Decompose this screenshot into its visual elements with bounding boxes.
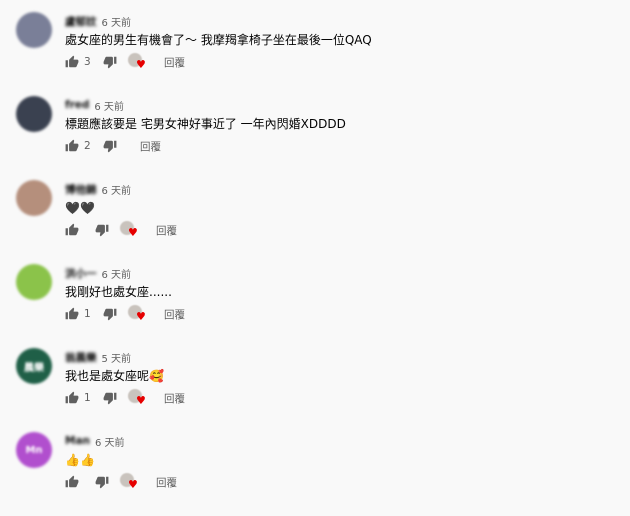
thumb-down-icon[interactable] [102,138,118,154]
comment-item: Mn Man 6 天前 👍👍 ♥ 回覆 [0,432,630,516]
avatar[interactable] [16,180,52,216]
creator-heart-badge: ♥ [120,221,142,239]
comment-actions: 2 回覆 [64,138,161,154]
like-count: 3 [84,56,91,68]
creator-heart-badge: ♥ [120,473,142,491]
thumb-up-icon[interactable] [64,306,80,322]
avatar[interactable] [16,12,52,48]
creator-heart-badge: ♥ [128,53,150,71]
author-name[interactable]: 翁晨樂 [65,350,97,365]
thumb-down-icon[interactable] [94,222,110,238]
like-count: 2 [84,140,91,152]
comment-time[interactable]: 6 天前 [102,182,132,197]
comment-time[interactable]: 6 天前 [94,98,124,113]
comment-header: Man 6 天前 [65,433,125,449]
comment-actions: 1 ♥ 回覆 [64,305,185,323]
thumb-down-icon[interactable] [102,54,118,70]
comment-header: fred 6 天前 [65,97,124,113]
comment-text: 我剛好也處女座...... [65,285,172,299]
author-name[interactable]: fred [65,99,89,111]
comment-text: 標題應該要是 宅男女神好事近了 一年內閃婚XDDDD [65,117,346,131]
creator-heart-badge: ♥ [128,389,150,407]
creator-heart-badge: ♥ [128,305,150,323]
comment-header: 博他錦 6 天前 [65,181,131,197]
avatar[interactable] [16,96,52,132]
comment-text: 🖤🖤 [65,201,95,215]
comments-section: 盧郁妏 6 天前 處女座的男生有機會了～ 我摩羯拿椅子坐在最後一位QAQ 3 ♥ 回覆 fr… [0,0,630,505]
reply-button[interactable]: 回覆 [164,307,185,322]
thumb-down-icon[interactable] [102,306,118,322]
avatar[interactable]: 晨樂 [16,348,52,384]
reply-button[interactable]: 回覆 [156,223,177,238]
comment-header: 翁晨樂 5 天前 [65,349,131,365]
author-name[interactable]: Man [65,435,90,447]
thumb-down-icon[interactable] [94,474,110,490]
comment-text: 👍👍 [65,453,95,467]
reply-button[interactable]: 回覆 [140,139,161,154]
comment-item: 博他錦 6 天前 🖤🖤 ♥ 回覆 [0,180,630,264]
thumb-down-icon[interactable] [102,390,118,406]
comment-text: 我也是處女座呢🥰 [65,369,164,383]
comment-item: 洪小一 6 天前我剛好也處女座...... 1 ♥ 回覆 [0,264,630,348]
comment-actions: 3 ♥ 回覆 [64,53,185,71]
comment-text: 處女座的男生有機會了～ 我摩羯拿椅子坐在最後一位QAQ [65,33,372,47]
comment-time[interactable]: 6 天前 [102,266,132,281]
like-count: 1 [84,308,91,320]
comment-time[interactable]: 6 天前 [95,434,125,449]
avatar-initials: Mn [25,444,43,456]
author-name[interactable]: 盧郁妏 [65,14,97,29]
comment-time[interactable]: 5 天前 [102,350,132,365]
thumb-up-icon[interactable] [64,54,80,70]
comment-actions: ♥ 回覆 [64,473,177,491]
thumb-up-icon[interactable] [64,474,80,490]
thumb-up-icon[interactable] [64,138,80,154]
heart-icon: ♥ [136,394,146,407]
heart-icon: ♥ [128,478,138,491]
reply-button[interactable]: 回覆 [164,391,185,406]
reply-button[interactable]: 回覆 [156,475,177,490]
comment-time[interactable]: 6 天前 [102,14,132,29]
reply-button[interactable]: 回覆 [164,55,185,70]
comment-item: fred 6 天前標題應該要是 宅男女神好事近了 一年內閃婚XDDDD 2 回覆 [0,96,630,180]
comment-actions: ♥ 回覆 [64,221,177,239]
avatar-initials: 晨樂 [24,362,44,374]
thumb-up-icon[interactable] [64,390,80,406]
avatar[interactable]: Mn [16,432,52,468]
heart-icon: ♥ [128,226,138,239]
comment-header: 盧郁妏 6 天前 [65,13,131,29]
author-name[interactable]: 博他錦 [65,182,97,197]
comment-item: 晨樂 翁晨樂 5 天前我也是處女座呢🥰 1 ♥ 回覆 [0,348,630,432]
avatar[interactable] [16,264,52,300]
comment-actions: 1 ♥ 回覆 [64,389,185,407]
author-name[interactable]: 洪小一 [65,266,97,281]
heart-icon: ♥ [136,310,146,323]
like-count: 1 [84,392,91,404]
thumb-up-icon[interactable] [64,222,80,238]
heart-icon: ♥ [136,58,146,71]
comment-header: 洪小一 6 天前 [65,265,131,281]
comment-item: 盧郁妏 6 天前處女座的男生有機會了～ 我摩羯拿椅子坐在最後一位QAQ 3 ♥ 回覆 [0,12,630,96]
